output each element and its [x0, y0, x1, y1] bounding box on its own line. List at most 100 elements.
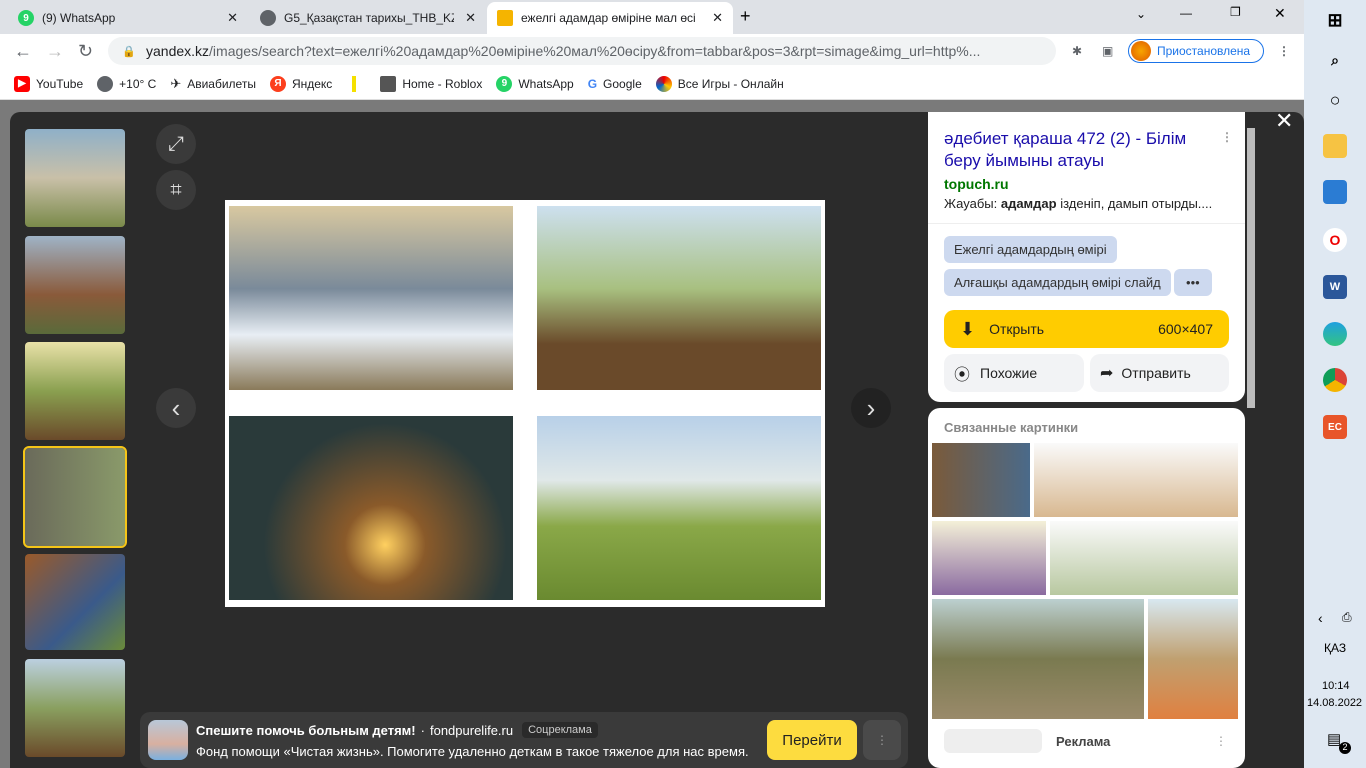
- snippet-text: ізденіп, дамып отырды....: [1056, 196, 1213, 211]
- related-image[interactable]: [932, 599, 1144, 719]
- reload-button[interactable]: ↻: [78, 41, 93, 62]
- related-image[interactable]: [1050, 521, 1238, 595]
- snippet: Жауабы: адамдар ізденіп, дамып отырды...…: [944, 196, 1229, 211]
- search-icon[interactable]: ⌕: [1323, 48, 1347, 72]
- windows-start-icon[interactable]: ⊞: [1323, 8, 1347, 32]
- similar-label: Похожие: [980, 365, 1038, 381]
- bookmark-yandex[interactable]: Я Яндекс: [269, 75, 333, 92]
- ad-badge: Соцреклама: [522, 722, 598, 738]
- bookmark-youtube[interactable]: ▶ YouTube: [14, 75, 83, 92]
- task-view-icon[interactable]: ○: [1323, 88, 1347, 112]
- close-tab-icon[interactable]: ✕: [465, 10, 476, 26]
- file-explorer-icon[interactable]: [1323, 134, 1347, 158]
- edge-icon[interactable]: [1323, 322, 1347, 346]
- new-tab-button[interactable]: +: [740, 6, 751, 27]
- tab-search-icon[interactable]: ⌄: [1136, 7, 1146, 21]
- more-tags-button[interactable]: •••: [1174, 269, 1212, 296]
- address-bar[interactable]: 🔒 yandex.kz/images/search?text=ежелгі%20а…: [108, 37, 1056, 65]
- app-icon[interactable]: EC: [1323, 415, 1347, 439]
- snippet-prefix: Жауабы:: [944, 196, 1001, 211]
- forward-button[interactable]: →: [46, 41, 64, 62]
- bookmark-whatsapp[interactable]: 9 WhatsApp: [496, 75, 574, 92]
- related-image[interactable]: [1148, 599, 1238, 719]
- bookmark-avia[interactable]: ✈ Авиабилеты: [170, 76, 256, 92]
- thumbnail[interactable]: [25, 659, 125, 757]
- info-panel: ⋮ әдебиет қараша 472 (2) - Білім беру йы…: [928, 112, 1245, 768]
- notification-count: 2: [1339, 742, 1351, 754]
- thumbnail-selected[interactable]: [23, 446, 127, 548]
- clock-date[interactable]: 14.08.2022: [1307, 697, 1362, 709]
- bookmark-label: Яндекс: [291, 76, 333, 91]
- chrome-icon[interactable]: [1323, 368, 1347, 392]
- thumbnail[interactable]: [25, 129, 125, 227]
- crop-button[interactable]: ⌗: [156, 170, 196, 210]
- bookmark-games[interactable]: Все Игры - Онлайн: [655, 75, 784, 92]
- tab-yandex-images[interactable]: ежелгі адамдар өміріне мал өсіру ✕: [487, 2, 733, 34]
- fullscreen-button[interactable]: ⤢: [156, 124, 196, 164]
- close-viewer-button[interactable]: ✕: [1275, 108, 1293, 134]
- tray-chevron-icon[interactable]: ‹: [1318, 610, 1323, 626]
- tag-chip[interactable]: Ежелгі адамдардың өмірі: [944, 236, 1117, 263]
- thumbnail[interactable]: [25, 236, 125, 334]
- bookmark-weather[interactable]: +10° C: [97, 75, 157, 92]
- lens-icon: ⦿: [954, 367, 971, 384]
- profile-button[interactable]: Приостановлена: [1128, 39, 1264, 63]
- language-indicator[interactable]: ҚАЗ: [1324, 641, 1346, 655]
- minimize-button[interactable]: —: [1180, 6, 1192, 20]
- snippet-bold: адамдар: [1000, 196, 1057, 211]
- open-button[interactable]: ⬇ Открыть 600×407: [944, 310, 1229, 348]
- more-options-icon[interactable]: ⋮: [1215, 734, 1227, 748]
- tag-chip[interactable]: Алғашқы адамдардың өмірі слайд: [944, 269, 1171, 296]
- maximize-button[interactable]: ❐: [1230, 5, 1241, 19]
- next-image-button[interactable]: ›: [851, 388, 891, 428]
- sidepanel-icon[interactable]: ▣: [1102, 44, 1113, 58]
- thumbnail[interactable]: [25, 342, 125, 440]
- similar-button[interactable]: ⦿ Похожие: [944, 354, 1084, 392]
- close-tab-icon[interactable]: ✕: [712, 10, 723, 26]
- folder-icon: [352, 75, 357, 92]
- menu-icon[interactable]: ⋮: [1278, 44, 1290, 58]
- close-window-button[interactable]: ✕: [1274, 5, 1286, 22]
- bookmark-label: Google: [603, 76, 642, 91]
- whatsapp-icon: 9: [18, 10, 34, 26]
- source-domain[interactable]: topuch.ru: [944, 176, 1229, 192]
- bookmark-google[interactable]: G Google: [588, 77, 642, 91]
- more-options-icon[interactable]: ⋮: [1221, 130, 1233, 144]
- extensions-icon[interactable]: ✱: [1072, 44, 1082, 58]
- prev-image-button[interactable]: ‹: [156, 388, 196, 428]
- related-image[interactable]: [932, 443, 1030, 517]
- bookmark-folder[interactable]: [346, 75, 357, 92]
- close-tab-icon[interactable]: ✕: [227, 10, 238, 26]
- ad-title[interactable]: Спешите помочь больным детям!: [196, 723, 416, 738]
- word-icon[interactable]: W: [1323, 275, 1347, 299]
- windows-taskbar: ⊞ ⌕ ○ O W EC ‹ ⎙ ҚАЗ 10:14 14.08.2022 ▤ …: [1304, 0, 1366, 768]
- ad-go-button[interactable]: Перейти: [767, 720, 857, 760]
- share-button[interactable]: ➦ Отправить: [1090, 354, 1229, 392]
- related-image[interactable]: [932, 521, 1046, 595]
- bookmarks-bar: ▶ YouTube +10° C ✈ Авиабилеты Я Яндекс Home…: [0, 68, 1304, 100]
- back-button[interactable]: ←: [14, 41, 32, 62]
- ad-banner: Спешите помочь больным детям! · fondpureli…: [140, 712, 908, 768]
- tab-whatsapp[interactable]: 9 (9) WhatsApp ✕: [8, 2, 248, 34]
- opera-icon[interactable]: O: [1323, 228, 1347, 252]
- image-plough: [537, 206, 821, 390]
- bookmark-label: Все Игры - Онлайн: [677, 76, 784, 91]
- tray-app-icon[interactable]: ⎙: [1342, 610, 1352, 625]
- bookmark-roblox[interactable]: Home - Roblox: [380, 75, 483, 92]
- image-campfire: [229, 416, 513, 600]
- clock-time[interactable]: 10:14: [1322, 680, 1350, 692]
- thumbnail[interactable]: [25, 554, 125, 650]
- bookmark-label: Home - Roblox: [402, 76, 483, 91]
- ad-domain[interactable]: fondpurelife.ru: [430, 723, 513, 738]
- yandex-icon: Я: [269, 75, 286, 92]
- bookmark-label: +10° C: [119, 76, 157, 91]
- store-icon[interactable]: [1323, 180, 1347, 204]
- ad-more-button[interactable]: ⋮: [863, 720, 901, 760]
- tab-bar: 9 (9) WhatsApp ✕ G5_Қазақстан тарихы_ТНВ_K…: [0, 0, 1304, 34]
- scrollbar[interactable]: [1247, 128, 1255, 408]
- tab-pdf[interactable]: G5_Қазақстан тарихы_ТНВ_KZ.pdf ✕: [250, 2, 486, 34]
- lock-icon: 🔒: [122, 45, 136, 58]
- related-image[interactable]: [1034, 443, 1238, 517]
- source-title[interactable]: әдебиет қараша 472 (2) - Білім беру йымы…: [944, 128, 1214, 172]
- profile-status: Приостановлена: [1157, 44, 1251, 58]
